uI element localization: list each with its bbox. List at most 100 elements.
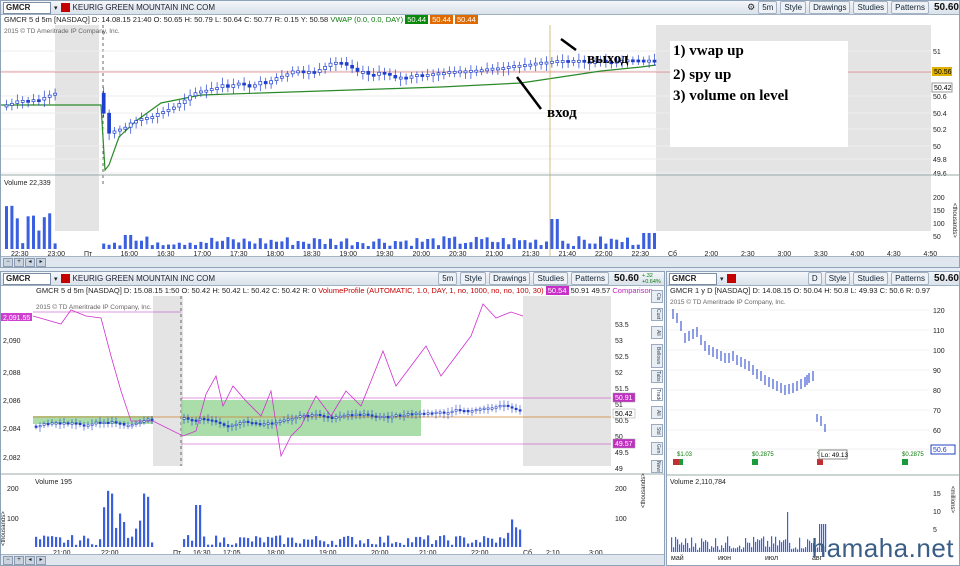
candle bbox=[482, 407, 486, 410]
side-tab-7[interactable]: All bbox=[651, 406, 663, 419]
candle bbox=[318, 413, 322, 417]
zoom-in-icon[interactable]: + bbox=[14, 556, 24, 565]
side-tab-3[interactable]: All bbox=[651, 326, 663, 339]
candle bbox=[254, 422, 258, 425]
studies-button[interactable]: Studies bbox=[853, 272, 889, 285]
studies-button[interactable]: Studies bbox=[533, 272, 569, 285]
symbol-input[interactable]: GMCR bbox=[3, 272, 51, 285]
price-tick-label: 50 bbox=[933, 144, 941, 151]
scroll-right-icon[interactable]: ▸ bbox=[36, 556, 46, 565]
patterns-button[interactable]: Patterns bbox=[891, 1, 929, 14]
scroll-left-icon[interactable]: ◂ bbox=[25, 258, 35, 267]
candle bbox=[326, 416, 330, 419]
studies-button[interactable]: Studies bbox=[853, 1, 889, 14]
volume-bar bbox=[515, 527, 518, 547]
ohlc-readout: GMCR 1 y D [NASDAQ] D: 14.08.15 O: 50.04… bbox=[670, 286, 931, 295]
price-tick-label: 51 bbox=[933, 49, 941, 56]
volume-bar bbox=[47, 536, 50, 547]
scroll-left-icon[interactable]: ◂ bbox=[25, 556, 35, 565]
zoom-out-icon[interactable]: − bbox=[3, 556, 13, 565]
candle bbox=[430, 412, 434, 415]
right-axis-label: 52.5 bbox=[615, 354, 629, 361]
volume-bar bbox=[604, 243, 608, 249]
candle bbox=[334, 416, 338, 419]
side-tab-6[interactable]: Trade bbox=[651, 388, 663, 401]
volume-bar bbox=[275, 241, 278, 249]
volume-bar bbox=[781, 542, 783, 552]
bl-scrollbar[interactable]: − + ◂ ▸ bbox=[1, 554, 664, 565]
settings-icon[interactable]: ⚙ bbox=[747, 2, 755, 13]
timeframe-button[interactable]: 5m bbox=[438, 272, 458, 285]
drawings-button[interactable]: Drawings bbox=[489, 272, 531, 285]
side-tab-1[interactable]: Cls bbox=[651, 290, 663, 303]
copyright-text: 2015 © TD Ameritrade IP Company, Inc. bbox=[4, 27, 120, 35]
style-button[interactable]: Style bbox=[824, 272, 851, 285]
link-icon[interactable] bbox=[726, 274, 736, 283]
candle bbox=[258, 423, 262, 426]
symbol-input[interactable]: GMCR bbox=[669, 272, 717, 285]
side-tab-10[interactable]: News bbox=[651, 460, 663, 473]
zoom-in-icon[interactable]: + bbox=[14, 258, 24, 267]
candle bbox=[402, 414, 406, 417]
symbol-input[interactable]: GMCR bbox=[3, 1, 51, 14]
side-tab-4[interactable]: Bellows bbox=[651, 344, 663, 368]
candle bbox=[382, 71, 387, 75]
volume-bar bbox=[123, 235, 127, 249]
timeframe-button[interactable]: 5m bbox=[758, 1, 778, 14]
candle bbox=[53, 92, 57, 96]
candle bbox=[523, 64, 527, 67]
symbol-dropdown-icon[interactable]: ▾ bbox=[720, 275, 724, 283]
volume-bar bbox=[211, 544, 214, 547]
volume-bar bbox=[194, 244, 197, 249]
volume-bar bbox=[21, 243, 25, 249]
company-name: KEURIG GREEN MOUNTAIN INC COM bbox=[72, 274, 216, 283]
side-tab-8[interactable]: Std bbox=[651, 424, 663, 437]
volume-bar bbox=[350, 245, 354, 249]
symbol-dropdown-icon[interactable]: ▾ bbox=[54, 4, 58, 12]
style-button[interactable]: Style bbox=[460, 272, 487, 285]
volume-bar bbox=[312, 238, 316, 249]
candle bbox=[458, 70, 462, 74]
price-label: 49.57 bbox=[615, 441, 633, 448]
entry-annotation: вход bbox=[547, 105, 577, 121]
symbol-dropdown-icon[interactable]: ▾ bbox=[54, 275, 58, 283]
drawings-button[interactable]: Drawings bbox=[809, 1, 851, 14]
candle bbox=[533, 62, 538, 66]
candle bbox=[350, 64, 354, 69]
volume-bar bbox=[755, 541, 757, 552]
patterns-button[interactable]: Patterns bbox=[571, 272, 609, 285]
price-tag: 50.6 bbox=[933, 447, 947, 454]
volume-bar bbox=[315, 536, 318, 547]
period-button[interactable]: D bbox=[807, 272, 822, 285]
side-tab-2[interactable]: Cust bbox=[651, 308, 663, 321]
volume-bar bbox=[103, 507, 106, 547]
candle bbox=[631, 59, 635, 63]
session-shade bbox=[55, 25, 99, 231]
volume-bar bbox=[291, 244, 295, 249]
volume-bar bbox=[677, 539, 679, 552]
right-axis-label: 50.5 bbox=[615, 418, 629, 425]
link-icon[interactable] bbox=[60, 3, 70, 12]
comparison-price-chart[interactable]: 2015 © TD Ameritrade IP Company, Inc. 2,0… bbox=[1, 296, 664, 556]
daily-price-chart[interactable]: 2015 © TD Ameritrade IP Company, Inc. 120… bbox=[667, 296, 959, 566]
link-icon[interactable] bbox=[60, 274, 70, 283]
side-tab-5[interactable]: Tabs bbox=[651, 370, 663, 383]
volume-bar bbox=[195, 505, 198, 547]
zoom-out-icon[interactable]: − bbox=[3, 258, 13, 267]
candle bbox=[306, 415, 310, 418]
volume-bar bbox=[191, 540, 194, 547]
side-tab-9[interactable]: Gen bbox=[651, 442, 663, 455]
volume-units-label: <thousands> bbox=[641, 473, 647, 508]
study-value-1: 50.54 bbox=[545, 286, 569, 295]
top-scrollbar[interactable]: − + ◂ ▸ bbox=[1, 256, 959, 267]
volume-bar bbox=[111, 493, 114, 547]
candle bbox=[139, 118, 144, 121]
scroll-right-icon[interactable]: ▸ bbox=[36, 258, 46, 267]
patterns-button[interactable]: Patterns bbox=[891, 272, 929, 285]
volume-bar bbox=[188, 242, 192, 249]
style-button[interactable]: Style bbox=[780, 1, 807, 14]
volume-bar bbox=[167, 244, 170, 249]
volume-bar bbox=[299, 543, 302, 547]
volume-bar bbox=[99, 539, 102, 547]
volume-bar bbox=[83, 535, 86, 547]
